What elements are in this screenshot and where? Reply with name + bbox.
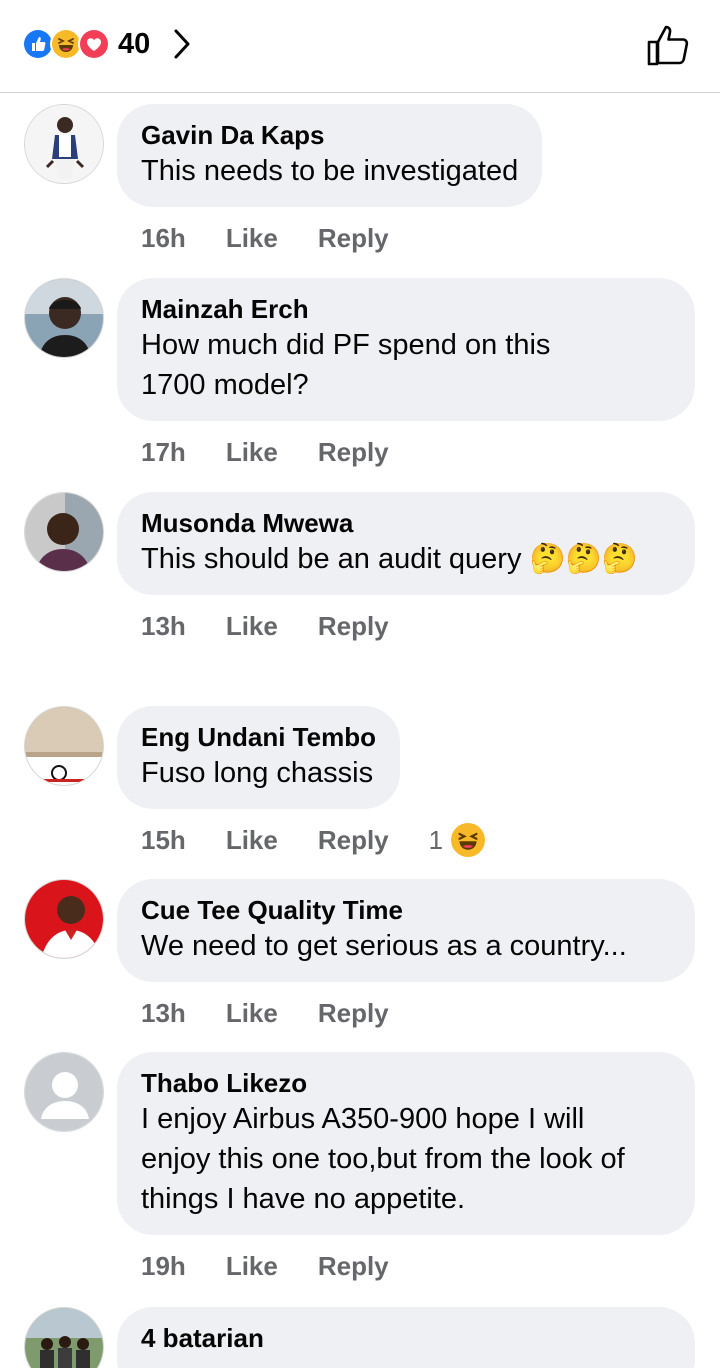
comment-bubble[interactable]: 4 batarian — [117, 1307, 695, 1368]
like-button[interactable]: Like — [226, 611, 278, 642]
commenter-name[interactable]: Gavin Da Kaps — [141, 119, 518, 151]
comment-reaction-count: 1 — [428, 824, 444, 855]
avatar[interactable] — [24, 879, 104, 959]
commenter-name[interactable]: Musonda Mwewa — [141, 507, 671, 539]
comment-actions: 13h Like Reply — [141, 982, 720, 1044]
reactions-header: 40 — [0, 0, 720, 93]
comment-bubble[interactable]: Mainzah Erch How much did PF spend on th… — [117, 278, 695, 421]
reply-button[interactable]: Reply — [318, 223, 389, 254]
reply-button[interactable]: Reply — [318, 825, 389, 856]
comment-time[interactable]: 13h — [141, 611, 186, 642]
avatar[interactable] — [24, 278, 104, 358]
comment-actions: 13h Like Reply — [141, 595, 720, 657]
comment-bubble[interactable]: Cue Tee Quality Time We need to get seri… — [117, 879, 695, 982]
like-button[interactable]: Like — [226, 825, 278, 856]
chevron-right-icon[interactable] — [172, 26, 194, 62]
comment-bubble[interactable]: Gavin Da Kaps This needs to be investiga… — [117, 104, 543, 207]
commenter-name[interactable]: Cue Tee Quality Time — [141, 894, 671, 926]
avatar[interactable] — [24, 1307, 104, 1368]
comment-actions: 16h Like Reply — [141, 207, 720, 269]
comment-text: Fuso long chassis — [141, 757, 374, 789]
comment-time[interactable]: 19h — [141, 1251, 186, 1282]
comment-text: I enjoy Airbus A350-900 hope I will enjo… — [141, 1103, 625, 1215]
comment-time[interactable]: 16h — [141, 223, 186, 254]
comment-actions: 15h Like Reply 1 — [141, 809, 720, 871]
like-button[interactable]: Like — [226, 1251, 278, 1282]
reaction-summary[interactable]: 40 — [22, 26, 194, 62]
comment-actions: 19h Like Reply — [141, 1235, 720, 1297]
comment-item: Mainzah Erch How much did PF spend on th… — [0, 278, 720, 483]
comment-reactions[interactable]: 1 — [429, 823, 525, 857]
comment-item: Musonda Mwewa This should be an audit qu… — [0, 492, 720, 657]
comment-item: Gavin Da Kaps This needs to be investiga… — [0, 104, 720, 271]
avatar[interactable] — [24, 706, 104, 786]
comment-actions: 17h Like Reply — [141, 421, 720, 483]
reply-button[interactable]: Reply — [318, 611, 389, 642]
comment-bubble[interactable]: Musonda Mwewa This should be an audit qu… — [117, 492, 695, 595]
reply-button[interactable]: Reply — [318, 1251, 389, 1282]
commenter-name[interactable]: Eng Undani Tembo — [141, 721, 376, 753]
comment-bubble[interactable]: Thabo Likezo I enjoy Airbus A350-900 hop… — [117, 1052, 695, 1235]
comment-text: We need to get serious as a country... — [141, 930, 627, 962]
like-button[interactable]: Like — [226, 437, 278, 468]
comment-bubble[interactable]: Eng Undani Tembo Fuso long chassis — [117, 706, 400, 809]
like-button[interactable]: Like — [226, 998, 278, 1029]
comment-text: How much did PF spend on this 1700 model… — [141, 329, 551, 401]
reaction-count: 40 — [118, 27, 151, 60]
avatar[interactable] — [24, 492, 104, 572]
avatar[interactable] — [24, 1052, 104, 1132]
reply-button[interactable]: Reply — [318, 437, 389, 468]
comment-time[interactable]: 13h — [141, 998, 186, 1029]
comment-time[interactable]: 15h — [141, 825, 186, 856]
comment-item: 4 batarian — [0, 1307, 720, 1368]
love-icon — [78, 28, 110, 60]
commenter-name[interactable]: 4 batarian — [141, 1322, 671, 1354]
like-button[interactable]: Like — [226, 223, 278, 254]
comment-text: This should be an audit query 🤔🤔🤔 — [141, 543, 638, 575]
commenter-name[interactable]: Thabo Likezo — [141, 1067, 671, 1099]
thumbs-up-icon[interactable] — [644, 22, 692, 70]
comment-item: Eng Undani Tembo Fuso long chassis 15h L… — [0, 706, 720, 871]
haha-icon — [451, 823, 486, 857]
comment-text: This needs to be investigated — [141, 155, 519, 187]
comment-time[interactable]: 17h — [141, 437, 186, 468]
commenter-name[interactable]: Mainzah Erch — [141, 293, 671, 325]
comment-item: Thabo Likezo I enjoy Airbus A350-900 hop… — [0, 1052, 720, 1297]
comment-item: Cue Tee Quality Time We need to get seri… — [0, 879, 720, 1044]
reply-button[interactable]: Reply — [318, 998, 389, 1029]
